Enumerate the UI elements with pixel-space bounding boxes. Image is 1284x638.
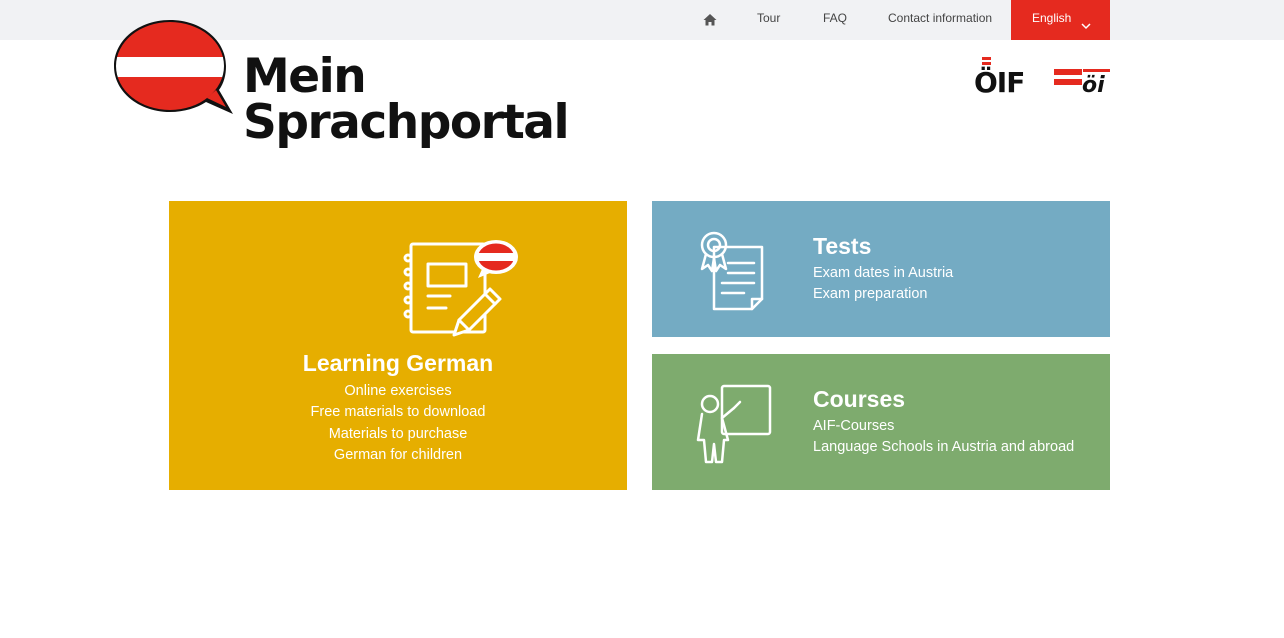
nav-contact-link[interactable]: Contact information bbox=[888, 0, 992, 40]
learning-german-title: Learning German bbox=[302, 350, 494, 376]
oif-logo[interactable]: ÖIF bbox=[974, 55, 1030, 99]
courses-links: AIF-Courses Language Schools in Austria … bbox=[813, 416, 1074, 459]
learning-german-links: Online exercises Free materials to downl… bbox=[169, 381, 627, 466]
chevron-down-icon bbox=[1080, 10, 1092, 30]
language-selector[interactable]: English bbox=[1011, 0, 1110, 40]
tests-title: Tests bbox=[813, 233, 872, 259]
link-free-materials[interactable]: Free materials to download bbox=[169, 402, 627, 423]
learning-german-tile[interactable]: Learning German Online exercises Free ma… bbox=[169, 201, 627, 490]
courses-tile[interactable]: Courses AIF-Courses Language Schools in … bbox=[652, 354, 1110, 490]
teacher-board-icon bbox=[696, 384, 772, 464]
oi-logo-text: öi bbox=[1082, 73, 1105, 94]
link-materials-purchase[interactable]: Materials to purchase bbox=[169, 424, 627, 445]
nav-faq-link[interactable]: FAQ bbox=[823, 0, 847, 40]
oi-logo[interactable]: öi bbox=[1053, 66, 1111, 98]
logo-line-1: Mein bbox=[243, 49, 367, 104]
link-online-exercises[interactable]: Online exercises bbox=[169, 381, 627, 402]
link-aif-courses[interactable]: AIF-Courses bbox=[813, 416, 1074, 437]
link-language-schools[interactable]: Language Schools in Austria and abroad bbox=[813, 437, 1074, 458]
notebook-pencil-icon bbox=[403, 240, 518, 337]
logo-wordmark: Mein Sprachportal bbox=[243, 49, 570, 150]
logo-line-2: Sprachportal bbox=[243, 95, 570, 150]
courses-title: Courses bbox=[813, 386, 906, 412]
nav-tour-link[interactable]: Tour bbox=[757, 0, 780, 40]
language-label: English bbox=[1032, 11, 1072, 25]
oif-logo-text: ÖIF bbox=[974, 65, 1024, 95]
link-exam-preparation[interactable]: Exam preparation bbox=[813, 284, 953, 305]
link-exam-dates[interactable]: Exam dates in Austria bbox=[813, 263, 953, 284]
home-icon[interactable] bbox=[700, 11, 720, 29]
mein-sprachportal-logo[interactable]: Mein Sprachportal bbox=[112, 18, 582, 158]
tests-tile[interactable]: Tests Exam dates in Austria Exam prepara… bbox=[652, 201, 1110, 337]
speech-bubble-flag-icon bbox=[114, 20, 233, 114]
tests-links: Exam dates in Austria Exam preparation bbox=[813, 263, 953, 306]
link-german-for-children[interactable]: German for children bbox=[169, 445, 627, 466]
certificate-icon bbox=[700, 231, 764, 311]
